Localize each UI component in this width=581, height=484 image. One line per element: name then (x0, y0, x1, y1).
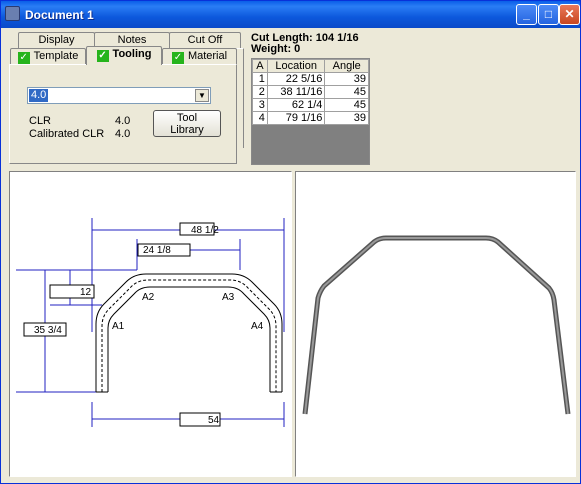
table-row[interactable]: 1 22 5/16 39 (252, 72, 369, 86)
dim-side-small: 12 (80, 287, 92, 298)
tool-library-button[interactable]: Tool Library (153, 110, 221, 137)
angle-cell[interactable]: 45 (324, 85, 369, 99)
tube-2d-drawing: 48 1/2 24 1/8 12 35 3/4 54 A1 A2 A3 A4 (16, 218, 285, 427)
bend-label-a1: A1 (112, 321, 125, 332)
window-title: Document 1 (25, 8, 94, 22)
app-icon (5, 6, 20, 21)
calibrated-clr-value: 4.0 (115, 128, 131, 140)
table-row[interactable]: 3 62 1/4 45 (252, 98, 369, 112)
minimize-button[interactable]: _ (516, 4, 537, 25)
table-header-row: A Location Angle (252, 59, 369, 73)
chevron-down-icon[interactable]: ▼ (195, 89, 209, 102)
check-icon: ✓ (96, 50, 109, 62)
tool-select-value: 4.0 (29, 89, 49, 102)
bend-label-a2: A2 (142, 292, 155, 303)
title-bar[interactable]: Document 1 _ □ ✕ (1, 1, 580, 28)
calibrated-clr-label: Calibrated CLR (29, 128, 105, 140)
tool-select[interactable]: 4.0 ▼ (27, 87, 211, 104)
dim-bottom: 54 (208, 415, 220, 426)
tube-3d-render (302, 235, 571, 415)
check-icon: ✓ (171, 52, 184, 64)
location-cell[interactable]: 62 1/4 (266, 98, 326, 112)
tab-label: Template (33, 50, 79, 62)
table-row[interactable]: 2 38 11/16 45 (252, 85, 369, 99)
tab-template[interactable]: ✓ Template (10, 48, 86, 64)
main-window: Document 1 _ □ ✕ Display Notes Cut Off ✓… (0, 0, 581, 484)
angle-cell[interactable]: 39 (324, 111, 369, 125)
tab-cut-off[interactable]: Cut Off (169, 32, 241, 48)
row-index: 2 (252, 85, 268, 99)
column-header[interactable]: Angle (324, 59, 369, 73)
dim-top-inner: 24 1/8 (143, 245, 171, 256)
check-icon: ✓ (17, 52, 30, 64)
tab-panel-shadow (236, 48, 244, 148)
location-cell[interactable]: 38 11/16 (266, 85, 326, 99)
bend-label-a3: A3 (222, 292, 235, 303)
tab-label: Notes (117, 34, 147, 46)
tab-material[interactable]: ✓ Material (162, 48, 237, 64)
tab-display[interactable]: Display (18, 32, 95, 48)
angle-cell[interactable]: 39 (324, 72, 369, 86)
tab-label: Display (38, 34, 75, 46)
location-cell[interactable]: 79 1/16 (266, 111, 326, 125)
tab-label: Cut Off (187, 34, 223, 46)
maximize-button[interactable]: □ (538, 4, 559, 25)
tab-label: Tooling (112, 48, 152, 60)
location-cell[interactable]: 22 5/16 (266, 72, 326, 86)
dim-side-total: 35 3/4 (34, 325, 62, 336)
tab-tooling[interactable]: ✓ Tooling (86, 46, 162, 65)
bend-label-a4: A4 (251, 321, 264, 332)
bend-table[interactable]: A Location Angle 1 22 5/16 39 2 38 11/16… (251, 58, 370, 165)
tube-3d-view[interactable] (295, 171, 576, 477)
row-index: 4 (252, 111, 268, 125)
row-index: 3 (252, 98, 268, 112)
column-header[interactable]: A (252, 59, 268, 73)
dim-top-outer: 48 1/2 (191, 225, 219, 236)
weight: Weight: 0 (251, 43, 301, 55)
row-index: 1 (252, 72, 268, 86)
clr-value: 4.0 (115, 115, 131, 127)
close-button[interactable]: ✕ (559, 4, 580, 25)
drawing-view[interactable]: 48 1/2 24 1/8 12 35 3/4 54 A1 A2 A3 A4 (9, 171, 292, 477)
angle-cell[interactable]: 45 (324, 98, 369, 112)
clr-label: CLR (29, 115, 52, 127)
tab-label: Material (187, 50, 228, 62)
table-row[interactable]: 4 79 1/16 39 (252, 111, 369, 125)
column-header[interactable]: Location (266, 59, 326, 73)
